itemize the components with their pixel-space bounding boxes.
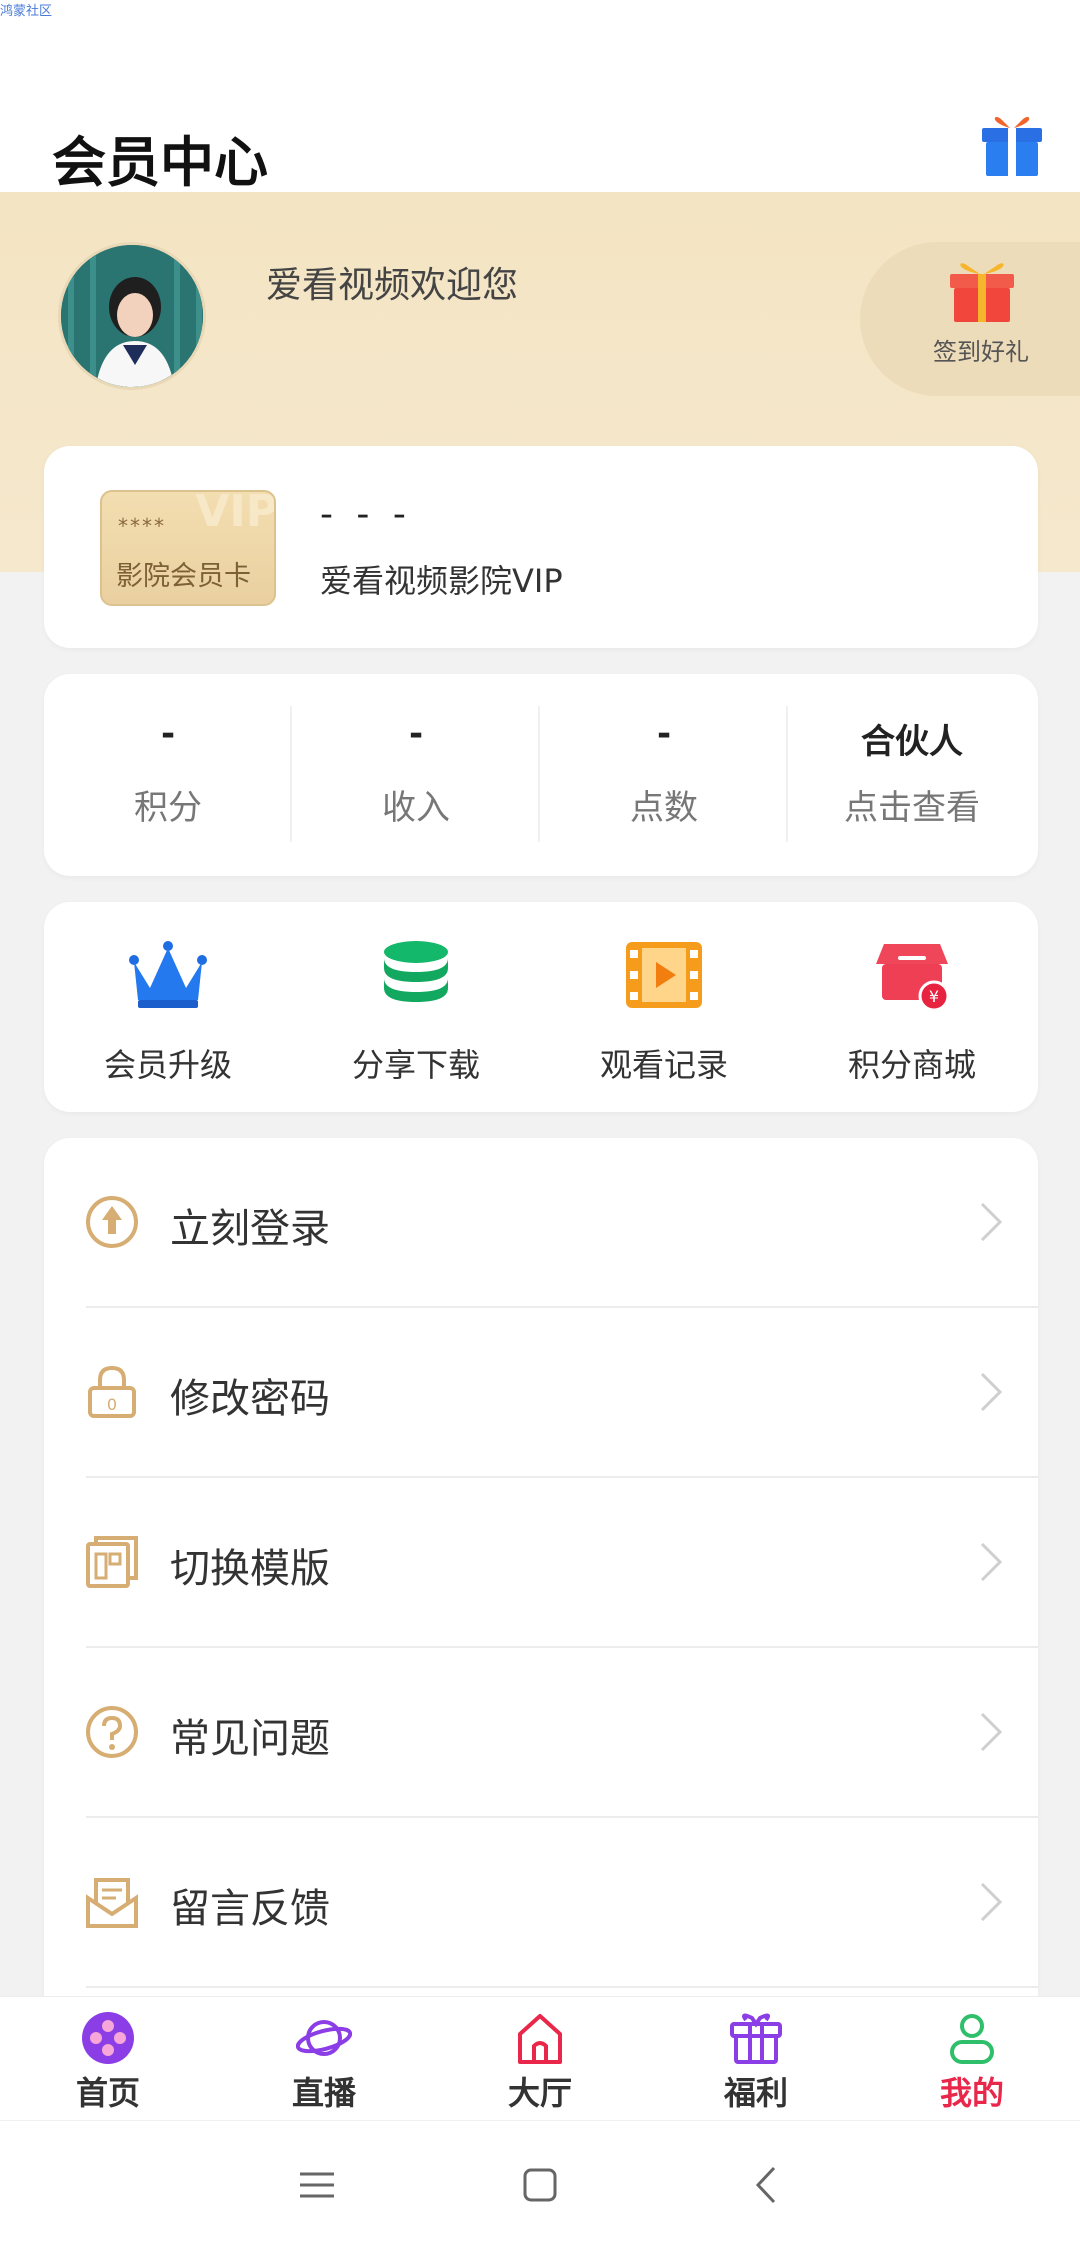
tab-label: 首页 [75, 2074, 140, 2112]
menu-icon[interactable] [292, 2160, 342, 2210]
template-icon [86, 1536, 138, 1588]
gift-icon [950, 263, 1014, 322]
stat-income[interactable]: - 收入 [292, 674, 540, 876]
lock-icon: 0 [88, 1365, 136, 1418]
user-icon [950, 2014, 994, 2064]
vip-status-value: - - - [320, 494, 412, 535]
quick-action-label: 会员升级 [103, 1046, 232, 1084]
crown-icon [129, 941, 207, 1008]
gift-icon[interactable] [976, 110, 1048, 182]
stat-value: - [160, 714, 176, 754]
chevron-right-icon [980, 1882, 1003, 1922]
stat-points[interactable]: - 积分 [44, 674, 292, 876]
house-icon [518, 2014, 562, 2064]
tab-welfare[interactable]: 福利 [648, 1996, 864, 2120]
avatar[interactable] [58, 242, 206, 390]
stat-partner[interactable]: 合伙人 点击查看 [788, 674, 1036, 876]
back-icon[interactable] [742, 2160, 792, 2210]
chevron-right-icon [980, 1202, 1003, 1242]
chevron-right-icon [980, 1372, 1003, 1412]
avatar-image [61, 245, 203, 387]
coin-stack-icon [384, 941, 448, 1002]
quick-action-label: 分享下载 [351, 1046, 480, 1084]
menu-item-change-password[interactable]: 0 修改密码 [44, 1308, 1038, 1478]
upload-icon [86, 1196, 138, 1248]
vip-name: 爱看视频影院VIP [320, 562, 563, 600]
quick-action-label: 积分商城 [847, 1046, 976, 1084]
svg-text:0: 0 [107, 1395, 117, 1414]
svg-text:¥: ¥ [929, 987, 939, 1006]
stat-value: 合伙人 [861, 722, 963, 762]
menu-label: 修改密码 [170, 1376, 330, 1422]
film-reel-icon [82, 2012, 134, 2064]
tab-label: 我的 [939, 2074, 1004, 2112]
store-icon: ¥ [876, 944, 950, 1012]
tab-label: 福利 [723, 2074, 788, 2112]
quick-action-watch-history[interactable]: 观看记录 [540, 902, 788, 1112]
question-icon [86, 1706, 138, 1758]
mail-icon [86, 1878, 138, 1928]
menu-item-login[interactable]: 立刻登录 [44, 1138, 1038, 1308]
quick-action-points-mall[interactable]: ¥ 积分商城 [788, 902, 1036, 1112]
divider [86, 1986, 1038, 1988]
signin-label: 签到好礼 [933, 338, 1029, 366]
tab-hall[interactable]: 大厅 [432, 1996, 648, 2120]
tab-live[interactable]: 直播 [216, 1996, 432, 2120]
film-icon [626, 942, 702, 1008]
stat-label: 点数 [630, 788, 698, 828]
menu-item-feedback[interactable]: 留言反馈 [44, 1818, 1038, 1988]
menu-label: 留言反馈 [170, 1886, 330, 1932]
stat-credits[interactable]: - 点数 [540, 674, 788, 876]
tab-label: 大厅 [507, 2074, 572, 2112]
page-title: 会员中心 [52, 131, 268, 194]
header: 鸿蒙社区 会员中心 [0, 0, 1080, 194]
gift-icon [730, 2013, 782, 2064]
planet-icon [296, 2020, 352, 2056]
welcome-text: 爱看视频欢迎您 [266, 265, 519, 306]
chevron-right-icon [980, 1712, 1003, 1752]
stat-label: 收入 [382, 788, 450, 828]
menu-label: 立刻登录 [170, 1206, 330, 1252]
stat-value: - [656, 714, 672, 754]
vip-badge-text: 影院会员卡 [116, 561, 251, 592]
vip-badge-vip: VIP [195, 490, 276, 537]
quick-action-share-download[interactable]: 分享下载 [292, 902, 540, 1112]
quick-action-label: 观看记录 [599, 1046, 728, 1084]
tab-mine[interactable]: 我的 [864, 1996, 1080, 2120]
stat-label: 点击查看 [844, 788, 980, 828]
menu-item-switch-template[interactable]: 切换模版 [44, 1478, 1038, 1648]
menu-item-faq[interactable]: 常见问题 [44, 1648, 1038, 1818]
quick-action-vip-upgrade[interactable]: 会员升级 [44, 902, 292, 1112]
tab-label: 直播 [291, 2074, 356, 2112]
tab-home[interactable]: 首页 [0, 1996, 216, 2120]
menu-label: 切换模版 [170, 1546, 330, 1592]
vip-badge-stars: **** [118, 514, 166, 538]
menu-label: 常见问题 [170, 1716, 330, 1762]
home-icon[interactable] [515, 2160, 565, 2210]
stat-label: 积分 [134, 788, 202, 828]
chevron-right-icon [980, 1542, 1003, 1582]
stat-value: - [408, 714, 424, 754]
status-bar-label: 鸿蒙社区 [0, 4, 53, 19]
vip-badge: **** VIP 影院会员卡 [100, 490, 276, 606]
